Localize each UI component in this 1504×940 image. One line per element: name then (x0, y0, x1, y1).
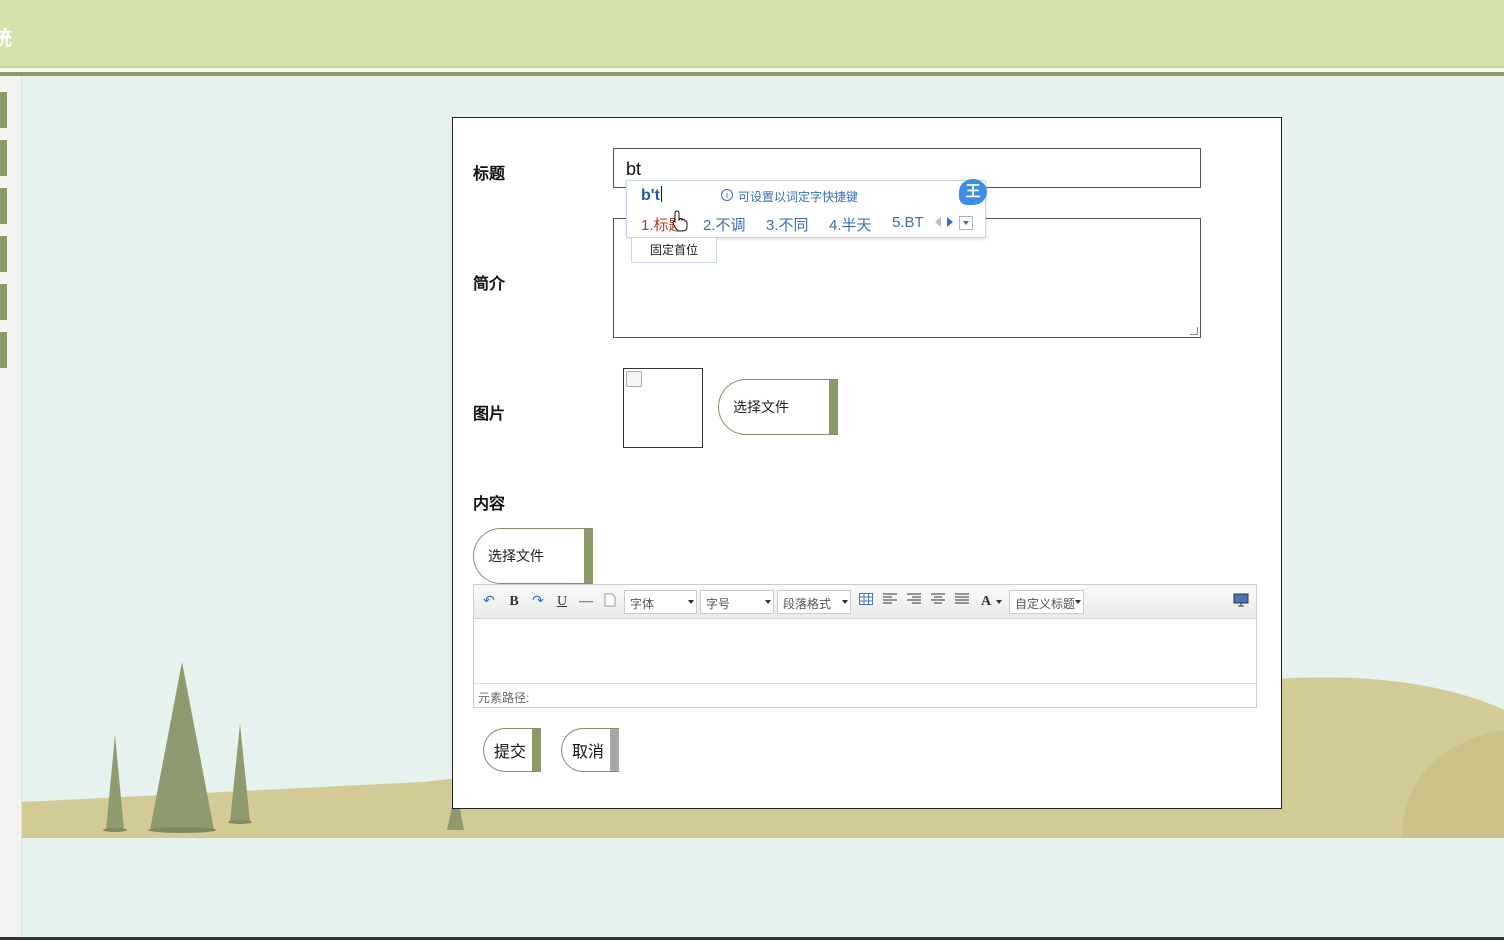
align-right-icon[interactable] (905, 593, 923, 611)
align-center-icon[interactable] (929, 593, 947, 611)
sidebar-tab-5[interactable] (0, 284, 7, 320)
ime-pin-first-button[interactable]: 固定首位 (631, 237, 717, 263)
paragraph-format-select-label: 段落格式 (783, 597, 832, 611)
undo-icon[interactable]: ↶ (480, 593, 498, 611)
font-color-dropdown-icon[interactable] (996, 600, 1002, 604)
page-icon[interactable] (601, 593, 619, 611)
image-label: 图片 (473, 406, 506, 423)
table-icon[interactable] (857, 593, 875, 611)
font-size-select[interactable]: 字号 (700, 590, 774, 614)
ime-expand-icon[interactable] (959, 216, 973, 230)
ime-candidate-2[interactable]: 2.不调 (703, 214, 746, 235)
ime-hint-text[interactable]: 可设置以词定字快捷键 (738, 188, 858, 205)
bold-icon[interactable]: B (505, 593, 523, 611)
redo-icon[interactable]: ↷ (529, 593, 547, 611)
font-family-select[interactable]: 字体 (624, 590, 697, 614)
ime-prev-page-icon[interactable] (935, 217, 941, 227)
title-label: 标题 (473, 166, 506, 183)
ime-candidate-4[interactable]: 4.半天 (829, 214, 872, 235)
sidebar-tab-2[interactable] (0, 140, 7, 176)
ime-logo-icon[interactable]: 王 (959, 179, 987, 205)
preview-icon[interactable] (1232, 593, 1250, 611)
info-icon: i (721, 189, 733, 201)
top-header: 统 (0, 0, 1504, 68)
justify-icon[interactable] (953, 593, 971, 611)
custom-title-select[interactable]: 自定义标题 (1009, 590, 1084, 614)
editor-toolbar: ↶ B ↷ U — 字体 字号 段落格式 A 自定义标题 (474, 585, 1256, 619)
ground-strip (22, 838, 1504, 938)
content-choose-file-button[interactable]: 选择文件 (473, 528, 593, 584)
header-divider (0, 72, 1504, 76)
cancel-button[interactable]: 取消 (561, 728, 619, 772)
sidebar-tab-4[interactable] (0, 236, 7, 272)
intro-label: 简介 (473, 276, 506, 293)
font-family-select-label: 字体 (630, 597, 655, 611)
tree-shadow (228, 820, 252, 824)
tree-icon (106, 735, 124, 830)
left-sidebar (0, 76, 22, 940)
tree-icon (150, 662, 214, 830)
font-color-icon[interactable]: A (977, 593, 995, 611)
custom-title-select-label: 自定义标题 (1015, 597, 1076, 611)
tree-shadow (103, 828, 127, 832)
horizontal-rule-icon[interactable]: — (577, 593, 595, 611)
editor-element-path: 元素路径: (474, 683, 1256, 707)
align-left-icon[interactable] (881, 593, 899, 611)
hand-cursor-icon (672, 210, 688, 232)
tree-icon (230, 724, 250, 822)
image-choose-file-button[interactable]: 选择文件 (718, 379, 838, 435)
editor-content-area[interactable] (474, 619, 1256, 683)
ime-candidate-3[interactable]: 3.不同 (766, 214, 809, 235)
font-size-select-label: 字号 (706, 597, 731, 611)
image-preview (623, 368, 703, 448)
underline-icon[interactable]: U (553, 593, 571, 611)
resize-grip-icon[interactable] (1190, 327, 1198, 335)
submit-button[interactable]: 提交 (483, 728, 541, 772)
paragraph-format-select[interactable]: 段落格式 (777, 590, 851, 614)
sidebar-tab-6[interactable] (0, 332, 7, 368)
tree-shadow (148, 827, 216, 833)
broken-image-icon (626, 371, 642, 387)
ime-composition-text: b't (641, 187, 660, 204)
ime-candidate-5[interactable]: 5.BT (892, 214, 924, 231)
header-title: 统 (0, 28, 12, 50)
sidebar-tab-3[interactable] (0, 188, 7, 224)
ime-next-page-icon[interactable] (947, 217, 953, 227)
sidebar-tab-1[interactable] (0, 92, 7, 128)
rich-text-editor: ↶ B ↷ U — 字体 字号 段落格式 A 自定义标题 元素路径: (473, 584, 1257, 708)
content-label: 内容 (473, 496, 506, 513)
ime-composition: b't (641, 186, 662, 205)
